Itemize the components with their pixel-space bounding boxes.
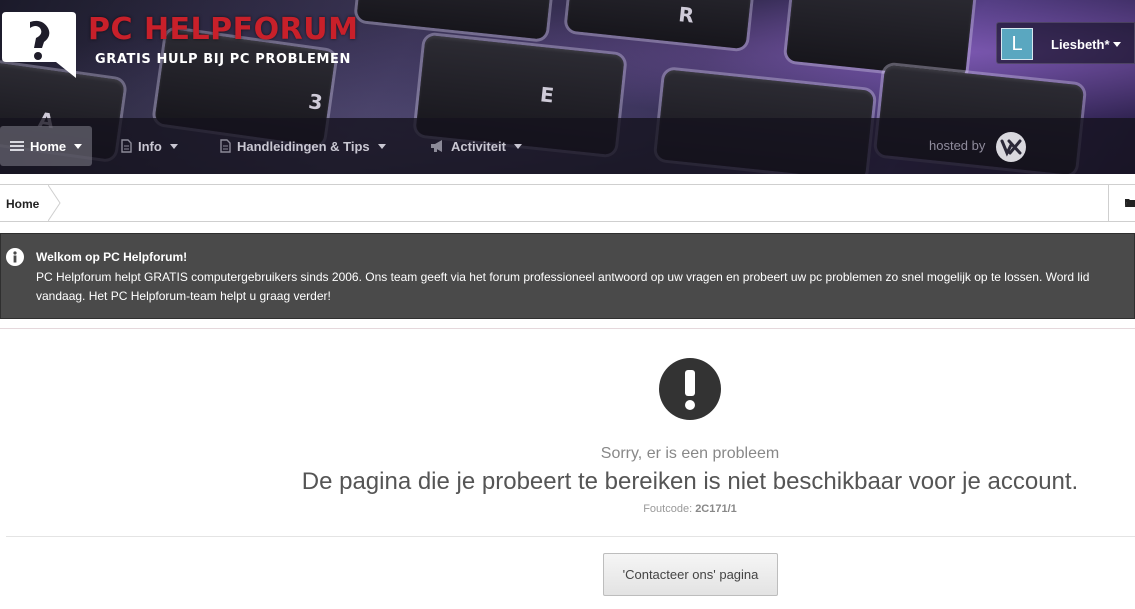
exclamation-icon	[659, 358, 721, 420]
breadcrumb: Home	[0, 184, 1135, 222]
nav-item-label: Info	[138, 138, 162, 154]
divider	[0, 328, 1135, 329]
nav-item-activiteit[interactable]: Activiteit	[420, 126, 532, 166]
keyboard-key: R	[566, 0, 754, 50]
info-icon	[6, 248, 24, 266]
error-code-label: Foutcode:	[643, 503, 693, 515]
nav-item-label: Handleidingen & Tips	[237, 138, 370, 154]
avatar[interactable]: L	[1001, 28, 1033, 60]
error-message: De pagina die je probeert te bereiken is…	[301, 468, 1079, 495]
breadcrumb-actions	[1108, 185, 1135, 221]
nav-item-info[interactable]: Info	[111, 126, 188, 166]
error-subtitle: Sorry, er is een probleem	[600, 445, 780, 462]
chevron-down-icon	[74, 143, 83, 149]
chevron-down-icon	[513, 143, 522, 149]
chevron-down-icon	[169, 143, 178, 149]
nav-item-label: Activiteit	[451, 138, 506, 154]
user-name[interactable]: Liesbeth*	[1051, 37, 1110, 52]
hosted-by-label: hosted by	[929, 138, 986, 153]
error-code-value: 2C171/1	[695, 503, 737, 515]
contact-page-button[interactable]: 'Contacteer ons' pagina	[603, 553, 778, 596]
document-icon	[121, 139, 132, 153]
document-icon	[220, 139, 231, 153]
user-menu[interactable]: L Liesbeth*	[996, 22, 1135, 64]
megaphone-icon	[431, 140, 442, 152]
vx-logo-icon[interactable]	[996, 132, 1026, 162]
nav-item-home[interactable]: Home	[0, 126, 93, 166]
nav-item-label: Home	[30, 138, 67, 154]
breadcrumb-separator	[48, 185, 61, 221]
folder-open-icon[interactable]	[1125, 198, 1135, 208]
error-code: Foutcode: 2C171/1	[0, 503, 1135, 515]
keyboard-key	[356, 0, 554, 40]
nav-item-handleidingen[interactable]: Handleidingen & Tips	[210, 126, 396, 166]
notice-text: PC Helpforum helpt GRATIS computergebrui…	[36, 270, 1090, 303]
keyboard-key	[785, 0, 975, 80]
chevron-down-icon	[377, 143, 386, 149]
notice-title: Welkom op PC Helpforum!	[36, 250, 188, 264]
welcome-notice: Welkom op PC Helpforum! PC Helpforum hel…	[0, 233, 1135, 319]
divider	[6, 536, 1135, 537]
breadcrumb-home[interactable]: Home	[6, 197, 39, 211]
site-title[interactable]: PC HELPFORUM	[88, 12, 358, 48]
main-navigation: Home Info Handleidingen & Tips Activitei…	[0, 118, 1135, 174]
forum-logo-icon[interactable]	[2, 12, 76, 78]
chevron-down-icon[interactable]	[1113, 42, 1121, 47]
list-icon	[10, 141, 24, 151]
site-tagline: GRATIS HULP BIJ PC PROBLEMEN	[95, 52, 351, 67]
